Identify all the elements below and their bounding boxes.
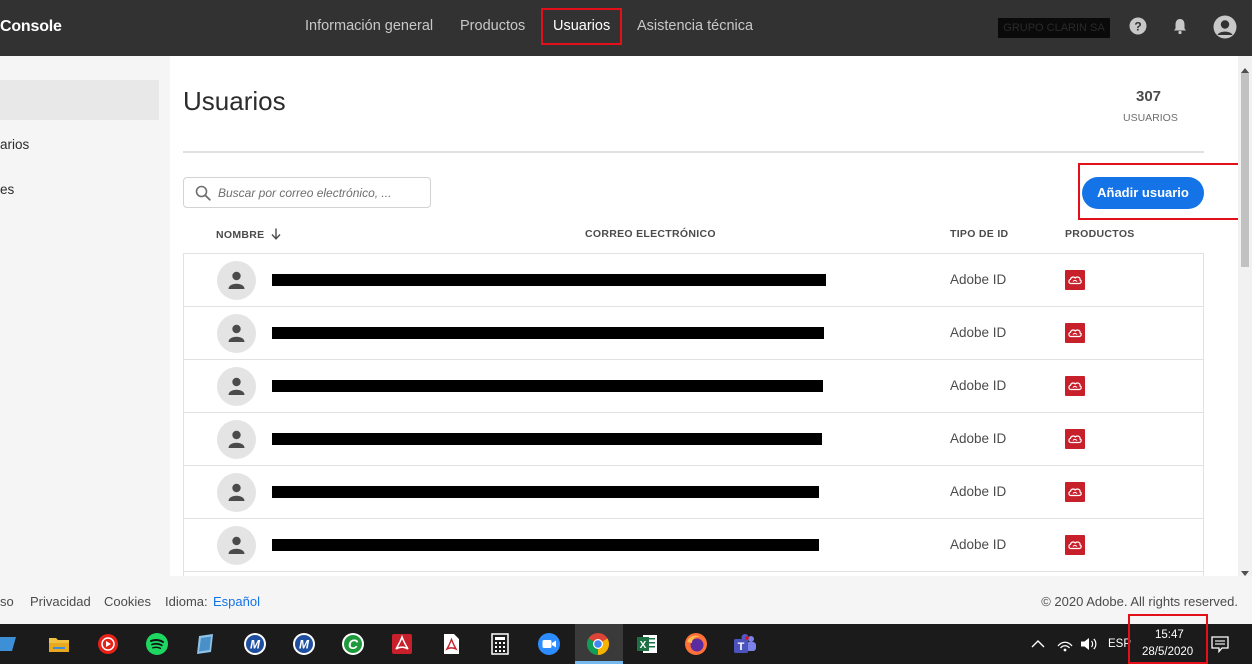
nav-overview[interactable]: Información general — [305, 18, 433, 34]
app-icon-c-green[interactable]: C — [341, 632, 365, 656]
windows-taskbar: M M C X T ESP 15:47 28/5/2020 — [0, 614, 1252, 664]
user-avatar — [217, 367, 256, 406]
network-wifi-icon[interactable] — [1056, 636, 1074, 652]
table-row[interactable]: Adobe ID — [184, 413, 1203, 466]
bell-icon[interactable] — [1171, 17, 1189, 40]
search-icon — [195, 185, 211, 206]
acrobat-reader-icon[interactable] — [390, 632, 414, 656]
redacted-name-email — [272, 433, 822, 445]
org-switcher[interactable]: GRUPO CLARIN SA — [998, 18, 1110, 38]
profile-avatar-icon[interactable] — [1213, 15, 1237, 44]
svg-text:T: T — [738, 641, 745, 653]
chrome-icon[interactable] — [586, 632, 610, 656]
calculator-icon[interactable] — [488, 632, 512, 656]
user-avatar — [217, 420, 256, 459]
privacy-link[interactable]: Privacidad — [30, 594, 91, 609]
app-icon-blue-pages[interactable] — [194, 632, 218, 656]
search-box[interactable] — [183, 177, 431, 208]
help-icon[interactable]: ? — [1129, 17, 1147, 40]
column-header-products: PRODUCTOS — [1065, 228, 1135, 240]
svg-text:X: X — [640, 640, 647, 651]
action-center-notification-icon[interactable] — [1211, 635, 1229, 654]
id-type: Adobe ID — [950, 484, 1007, 499]
youtube-music-icon[interactable] — [96, 632, 120, 656]
user-count-label: USUARIOS — [1123, 112, 1178, 124]
excel-icon[interactable]: X — [635, 632, 659, 656]
spotify-icon[interactable] — [145, 632, 169, 656]
zoom-icon[interactable] — [537, 632, 561, 656]
id-type: Adobe ID — [950, 272, 1007, 287]
language-selector[interactable]: Español — [213, 594, 260, 609]
user-avatar — [217, 261, 256, 300]
sidebar-item-groups[interactable]: es — [0, 182, 14, 197]
user-avatar — [217, 473, 256, 512]
nav-products[interactable]: Productos — [460, 18, 525, 34]
highlight-add-user — [1078, 163, 1238, 220]
table-row[interactable]: Adobe ID — [184, 307, 1203, 360]
id-type: Adobe ID — [950, 537, 1007, 552]
redacted-name-email — [272, 539, 819, 551]
highlight-nav-users — [541, 8, 622, 45]
search-input[interactable] — [218, 184, 418, 202]
redacted-name-email — [272, 380, 823, 392]
show-hidden-icons-chevron-icon[interactable] — [1030, 636, 1046, 652]
user-avatar — [217, 526, 256, 565]
language-label: Idioma: — [165, 594, 208, 609]
creative-cloud-icon[interactable] — [1065, 270, 1085, 290]
id-type: Adobe ID — [950, 325, 1007, 340]
brand-title[interactable]: Console — [0, 18, 62, 36]
sidebar-item-users[interactable]: arios — [0, 137, 29, 152]
table-row[interactable]: Adobe ID — [184, 519, 1203, 572]
acrobat-icon[interactable] — [439, 632, 463, 656]
volume-speaker-icon[interactable] — [1080, 636, 1098, 652]
teams-icon[interactable]: T — [733, 632, 757, 656]
divider — [183, 151, 1204, 153]
column-header-name[interactable]: NOMBRE — [216, 228, 281, 241]
app-icon-m-blue[interactable]: M — [243, 632, 267, 656]
id-type: Adobe ID — [950, 378, 1007, 393]
nav-support[interactable]: Asistencia técnica — [637, 18, 753, 34]
user-avatar — [217, 314, 256, 353]
page-title: Usuarios — [183, 86, 286, 116]
svg-text:M: M — [250, 638, 261, 652]
redacted-name-email — [272, 486, 819, 498]
column-header-email: CORREO ELECTRÓNICO — [585, 228, 716, 240]
highlight-clock — [1128, 614, 1208, 664]
main-content: Usuarios 307 USUARIOS Añadir usuario NOM… — [170, 56, 1238, 576]
sidebar-item-active[interactable] — [0, 80, 159, 120]
table-row[interactable]: Adobe ID — [184, 360, 1203, 413]
firefox-icon[interactable] — [684, 632, 708, 656]
users-table: Adobe ID Adobe ID Adobe ID Adobe ID Adob… — [183, 253, 1204, 576]
creative-cloud-icon[interactable] — [1065, 376, 1085, 396]
sort-arrow-down-icon — [271, 228, 281, 240]
column-header-id-type: TIPO DE ID — [950, 228, 1009, 240]
creative-cloud-icon[interactable] — [1065, 482, 1085, 502]
table-row[interactable]: Adobe ID — [184, 254, 1203, 307]
creative-cloud-icon[interactable] — [1065, 535, 1085, 555]
svg-text:M: M — [299, 638, 310, 652]
creative-cloud-icon[interactable] — [1065, 323, 1085, 343]
id-type: Adobe ID — [950, 431, 1007, 446]
sidebar: arios es — [0, 56, 170, 576]
svg-text:C: C — [348, 636, 359, 652]
scrollbar-thumb[interactable] — [1241, 72, 1249, 267]
window-app-icon[interactable] — [0, 632, 24, 656]
redacted-name-email — [272, 274, 826, 286]
redacted-name-email — [272, 327, 824, 339]
terms-link[interactable]: so — [0, 594, 14, 609]
user-count: 307 — [1136, 88, 1162, 105]
top-header: Console Información general Productos Us… — [0, 0, 1252, 56]
app-icon-m-blue-2[interactable]: M — [292, 632, 316, 656]
file-explorer-icon[interactable] — [47, 632, 71, 656]
svg-text:?: ? — [1134, 20, 1141, 34]
creative-cloud-icon[interactable] — [1065, 429, 1085, 449]
table-row[interactable]: Adobe ID — [184, 466, 1203, 519]
footer: so Privacidad Cookies Idioma: Español © … — [0, 576, 1252, 624]
copyright-text: © 2020 Adobe. All rights reserved. — [1041, 594, 1238, 609]
cookies-link[interactable]: Cookies — [104, 594, 151, 609]
scroll-up-arrow-icon[interactable] — [1241, 60, 1249, 78]
